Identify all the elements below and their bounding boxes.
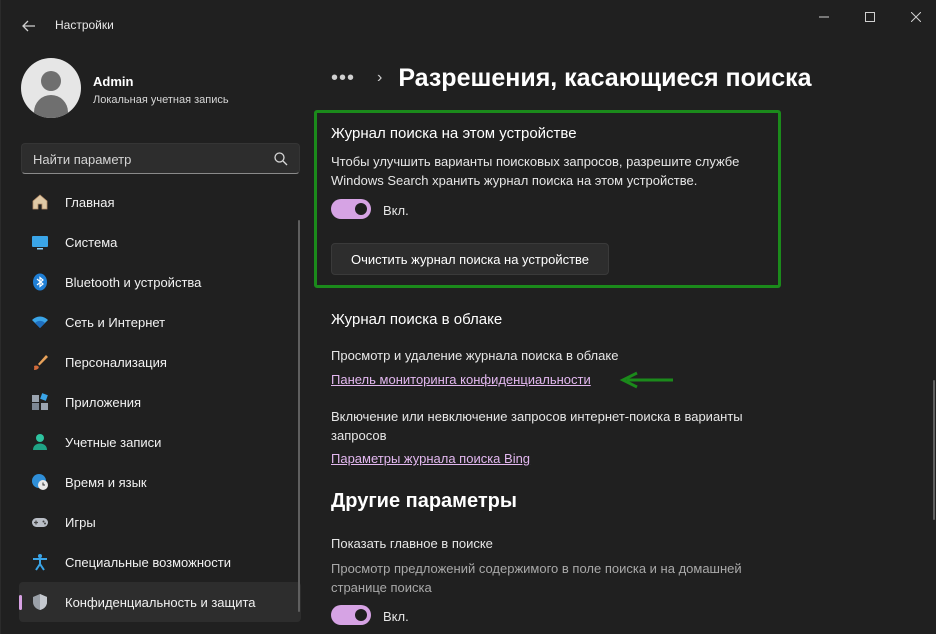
gamepad-icon bbox=[32, 518, 48, 527]
search-highlights-description-2: странице поиска bbox=[331, 580, 432, 595]
cloud-history-title: Журнал поиска в облаке bbox=[331, 311, 503, 328]
sidebar-item-label: Bluetooth и устройства bbox=[65, 275, 202, 290]
minimize-button[interactable] bbox=[801, 0, 847, 34]
sidebar-item-label: Главная bbox=[65, 195, 115, 210]
close-button[interactable] bbox=[893, 0, 936, 34]
brush-icon bbox=[34, 355, 48, 370]
maximize-icon bbox=[865, 12, 875, 22]
sidebar-item-privacy[interactable]: Конфиденциальность и защита bbox=[19, 582, 301, 622]
sidebar-item-home[interactable]: Главная bbox=[19, 182, 301, 222]
search-highlights-title: Показать главное в поиске bbox=[331, 536, 493, 551]
chevron-right-icon: › bbox=[377, 69, 383, 86]
home-icon bbox=[32, 194, 48, 210]
breadcrumb-more-button[interactable]: ••• bbox=[331, 67, 359, 90]
apps-icon bbox=[32, 393, 48, 410]
clear-device-history-button[interactable]: Очистить журнал поиска на устройстве bbox=[331, 243, 609, 275]
sidebar-scrollbar[interactable] bbox=[298, 220, 300, 612]
device-history-title: Журнал поиска на этом устройстве bbox=[331, 125, 577, 142]
annotation-arrow-icon bbox=[619, 371, 673, 389]
other-settings-title: Другие параметры bbox=[331, 490, 517, 512]
cloud-history-view-text: Просмотр и удаление журнала поиска в обл… bbox=[331, 348, 619, 363]
bing-history-text-2: запросов bbox=[331, 428, 387, 443]
sidebar-item-time-language[interactable]: Время и язык bbox=[19, 462, 301, 502]
sidebar-item-label: Конфиденциальность и защита bbox=[65, 595, 256, 610]
sidebar-item-label: Игры bbox=[65, 515, 96, 530]
arrow-left-icon bbox=[22, 20, 35, 32]
device-history-description-2: Windows Search хранить журнал поиска на … bbox=[331, 173, 698, 188]
avatar bbox=[21, 58, 81, 118]
wifi-icon bbox=[32, 316, 48, 328]
user-profile[interactable]: Admin Локальная учетная запись bbox=[21, 58, 291, 118]
maximize-button[interactable] bbox=[847, 0, 893, 34]
sidebar-item-label: Система bbox=[65, 235, 118, 250]
sidebar-item-network[interactable]: Сеть и Интернет bbox=[19, 302, 301, 342]
device-history-toggle-state: Вкл. bbox=[383, 203, 409, 218]
app-title: Настройки bbox=[55, 18, 114, 32]
breadcrumb: ••• › Разрешения, касающиеся поиска bbox=[331, 60, 812, 96]
search-placeholder: Найти параметр bbox=[33, 152, 132, 167]
profile-account-type: Локальная учетная запись bbox=[93, 94, 229, 106]
sidebar-item-system[interactable]: Система bbox=[19, 222, 301, 262]
globe-clock-icon bbox=[32, 474, 48, 490]
page-title: Разрешения, касающиеся поиска bbox=[398, 63, 812, 92]
bing-history-settings-link[interactable]: Параметры журнала поиска Bing bbox=[331, 451, 530, 466]
search-highlights-description-1: Просмотр предложений содержимого в поле … bbox=[331, 561, 742, 576]
account-icon bbox=[33, 434, 47, 450]
title-bar: Настройки bbox=[1, 0, 936, 48]
search-icon[interactable] bbox=[273, 151, 289, 167]
sidebar-item-label: Время и язык bbox=[65, 475, 147, 490]
sidebar-item-personalization[interactable]: Персонализация bbox=[19, 342, 301, 382]
sidebar-item-apps[interactable]: Приложения bbox=[19, 382, 301, 422]
search-input[interactable]: Найти параметр bbox=[21, 143, 300, 174]
sidebar-item-label: Учетные записи bbox=[65, 435, 162, 450]
shield-icon bbox=[33, 594, 47, 610]
privacy-dashboard-link[interactable]: Панель мониторинга конфиденциальности bbox=[331, 372, 591, 387]
sidebar-item-label: Специальные возможности bbox=[65, 555, 231, 570]
profile-name: Admin bbox=[93, 74, 134, 89]
bing-history-text-1: Включение или невключение запросов интер… bbox=[331, 409, 743, 424]
device-history-toggle[interactable] bbox=[331, 199, 371, 219]
minimize-icon bbox=[819, 16, 829, 18]
content-scrollbar[interactable] bbox=[933, 380, 935, 520]
sidebar-item-label: Персонализация bbox=[65, 355, 167, 370]
bluetooth-icon bbox=[33, 273, 47, 291]
close-icon bbox=[911, 12, 921, 22]
sidebar-item-accessibility[interactable]: Специальные возможности bbox=[19, 542, 301, 582]
accessibility-icon bbox=[33, 554, 47, 571]
sidebar-item-accounts[interactable]: Учетные записи bbox=[19, 422, 301, 462]
sidebar-nav: Главная Система Bluetooth и устройства С… bbox=[19, 182, 301, 622]
sidebar-item-gaming[interactable]: Игры bbox=[19, 502, 301, 542]
settings-window: Настройки Admin Локальная учетная запись… bbox=[0, 0, 936, 634]
back-button[interactable] bbox=[15, 12, 43, 40]
search-highlights-toggle-state: Вкл. bbox=[383, 609, 409, 624]
system-icon bbox=[32, 236, 48, 250]
sidebar-item-label: Сеть и Интернет bbox=[65, 315, 166, 330]
search-highlights-toggle[interactable] bbox=[331, 605, 371, 625]
sidebar-item-bluetooth[interactable]: Bluetooth и устройства bbox=[19, 262, 301, 302]
sidebar-item-label: Приложения bbox=[65, 395, 142, 410]
device-history-description-1: Чтобы улучшить варианты поисковых запрос… bbox=[331, 154, 740, 169]
